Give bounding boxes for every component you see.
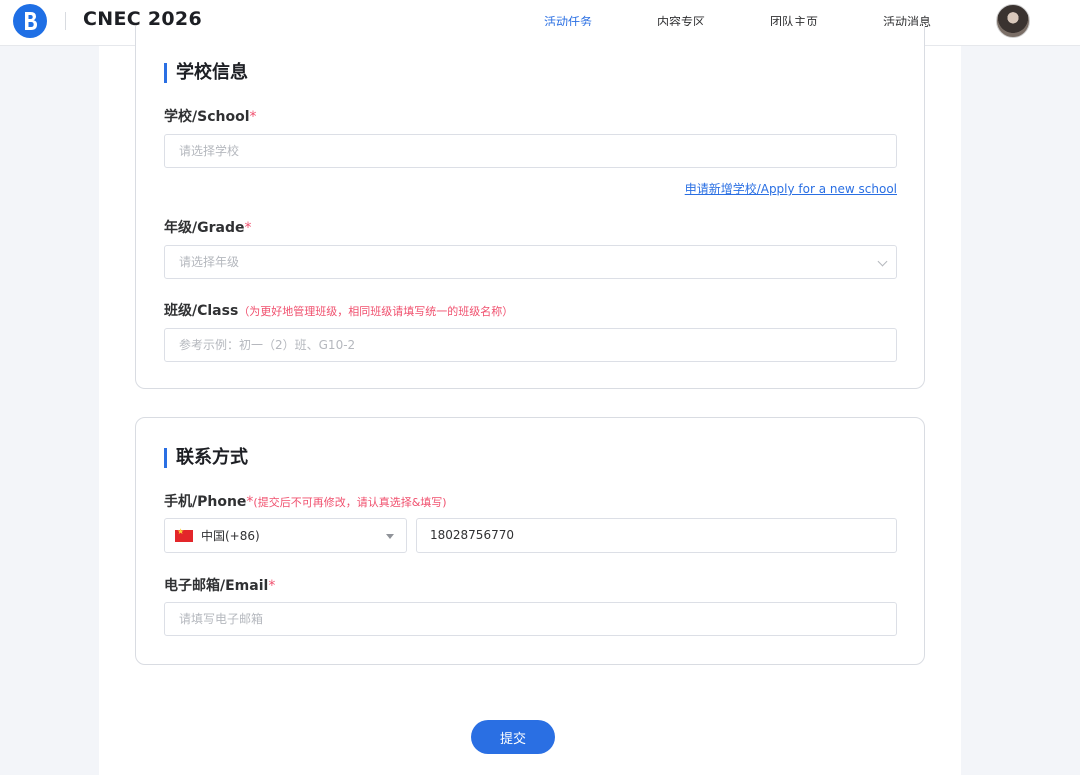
phone-hint: (提交后不可再修改，请认真选择&填写) [253, 496, 447, 509]
grade-label: 年级/Grade* [164, 217, 251, 237]
school-label-text: 学校/School [164, 109, 250, 125]
school-select[interactable]: 请选择学校 [164, 134, 897, 168]
contact-card: 联系方式 手机/Phone*(提交后不可再修改，请认真选择&填写) 中国(+86… [135, 417, 925, 665]
china-flag-icon [175, 527, 193, 542]
required-mark: * [249, 109, 257, 125]
chevron-down-icon [877, 256, 888, 267]
school-info-card: 学校信息 学校/School* 请选择学校 申请新增学校/Apply for a… [135, 26, 925, 389]
submit-button[interactable]: 提交 [471, 720, 555, 754]
grade-label-text: 年级/Grade [164, 220, 245, 236]
grade-placeholder: 请选择年级 [179, 255, 240, 269]
email-label: 电子邮箱/Email* [164, 575, 275, 595]
email-label-text: 电子邮箱/Email [164, 578, 269, 594]
class-label: 班级/Class（为更好地管理班级，相同班级请填写统一的班级名称） [164, 300, 513, 320]
class-input[interactable]: 参考示例：初一（2）班、G10-2 [164, 328, 897, 362]
class-label-text: 班级/Class [164, 303, 239, 319]
grade-select[interactable]: 请选择年级 [164, 245, 897, 279]
logo-divider [65, 12, 66, 30]
country-code-value: 中国(+86) [201, 529, 260, 543]
form-page: 学校信息 学校/School* 请选择学校 申请新增学校/Apply for a… [99, 26, 961, 775]
apply-new-school-link[interactable]: 申请新增学校/Apply for a new school [685, 180, 897, 197]
school-label: 学校/School* [164, 106, 257, 126]
phone-input[interactable]: 18028756770 [416, 518, 897, 553]
country-code-select[interactable]: 中国(+86) [164, 518, 407, 553]
required-mark: * [268, 578, 276, 594]
user-avatar[interactable] [996, 4, 1030, 38]
email-input[interactable]: 请填写电子邮箱 [164, 602, 897, 636]
section-title-contact: 联系方式 [164, 448, 248, 468]
caret-down-icon [386, 534, 394, 539]
required-mark: * [244, 220, 252, 236]
class-hint: （为更好地管理班级，相同班级请填写统一的班级名称） [238, 305, 514, 318]
phone-label-text: 手机/Phone [164, 494, 247, 510]
brand-logo-icon[interactable] [13, 4, 47, 38]
phone-label: 手机/Phone*(提交后不可再修改，请认真选择&填写) [164, 491, 447, 511]
section-title-school: 学校信息 [164, 63, 248, 83]
